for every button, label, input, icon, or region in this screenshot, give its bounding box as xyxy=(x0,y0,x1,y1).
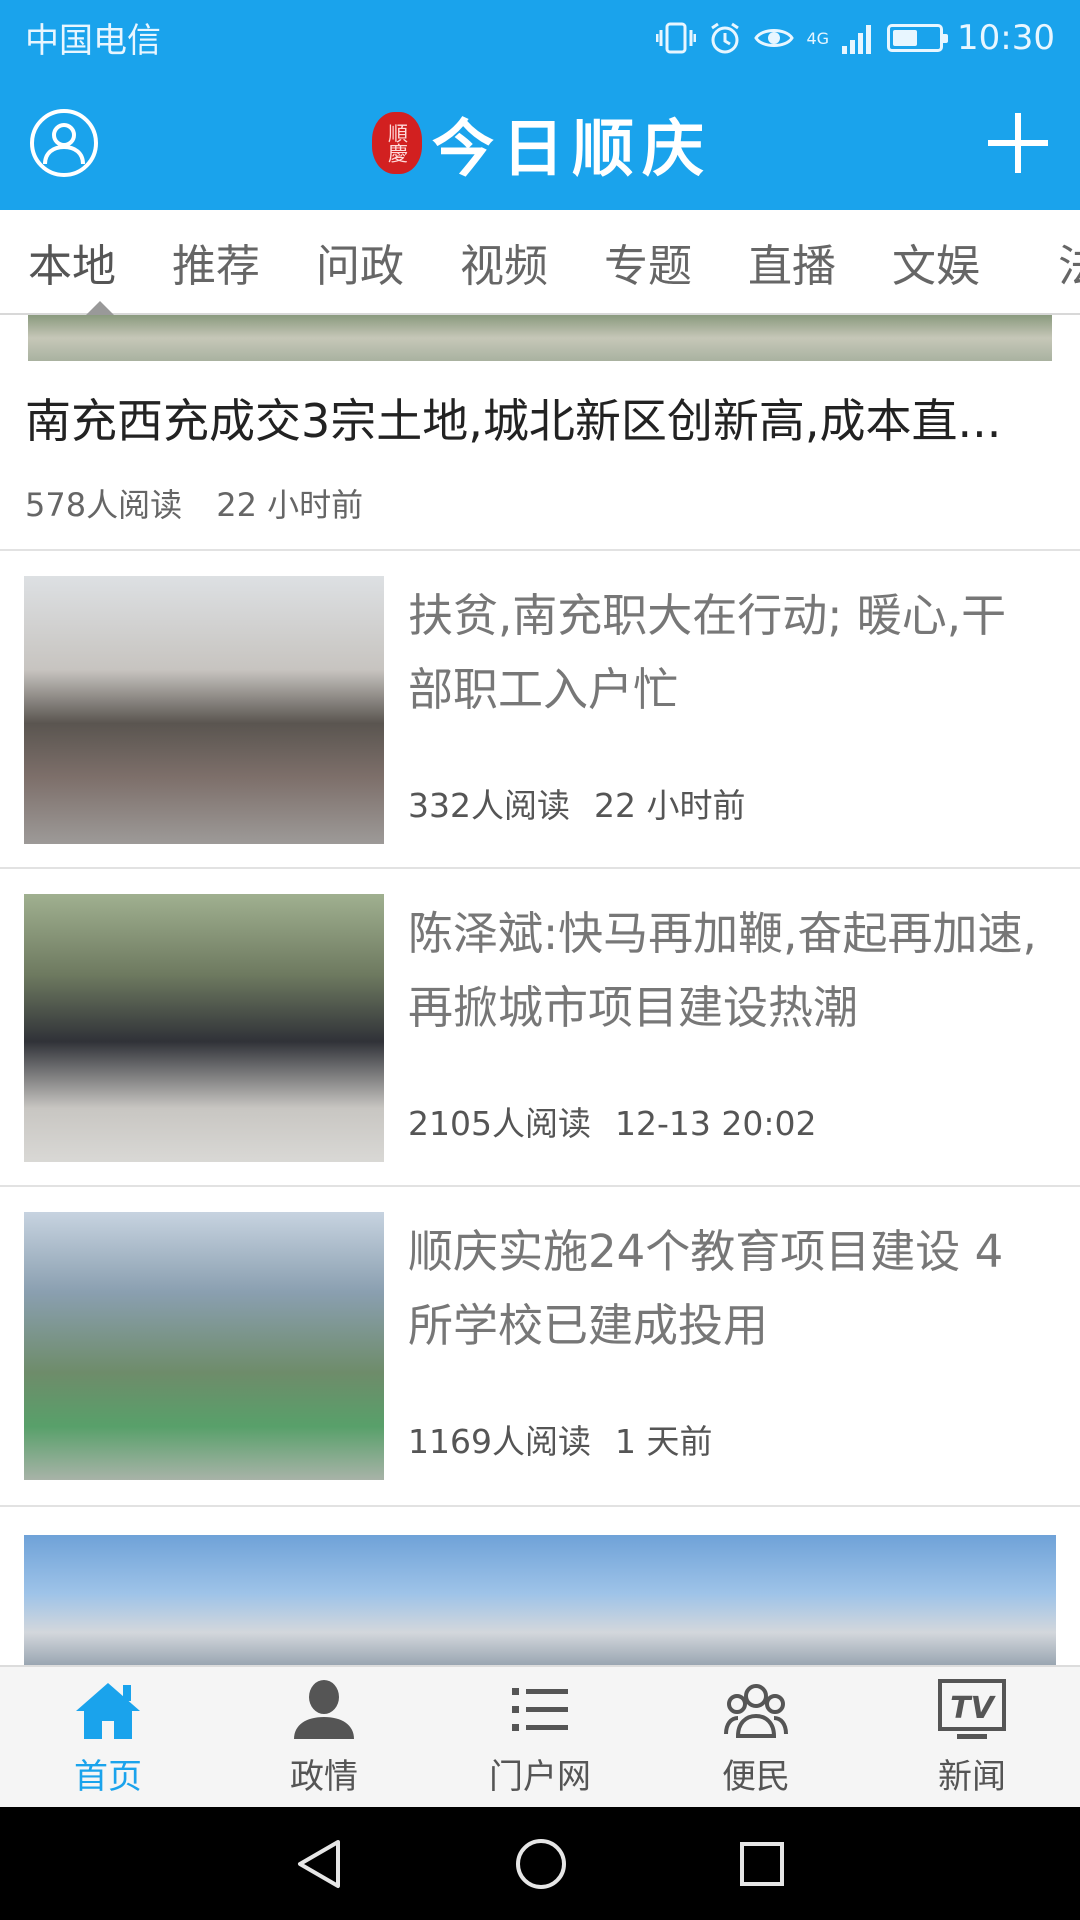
featured-meta: 578人阅读 22 小时前 xyxy=(25,480,363,526)
news-item[interactable]: 顺庆实施24个教育项目建设 4所学校已建成投用 1169人阅读 1 天前 xyxy=(0,1187,1080,1505)
news-title[interactable]: 陈泽斌:快马再加鞭,奋起再加速,再掀城市项目建设热潮 xyxy=(408,897,1038,1045)
nav-home-label: 首页 xyxy=(74,1756,142,1797)
logo-seal: 順慶 xyxy=(371,111,422,174)
nav-politics-label: 政情 xyxy=(290,1756,358,1797)
nav-home[interactable]: 首页 xyxy=(0,1667,216,1807)
news-meta: 332人阅读 22 小时前 xyxy=(408,779,745,827)
nav-news-label: 新闻 xyxy=(938,1756,1006,1797)
news-thumbnail[interactable] xyxy=(24,1212,384,1480)
news-time: 22 小时前 xyxy=(594,786,746,825)
news-feed[interactable]: 南充西充成交3宗土地,城北新区创新高,成本直... 578人阅读 22 小时前 … xyxy=(0,315,1080,1665)
news-thumbnail[interactable] xyxy=(24,576,384,844)
avatar-button[interactable] xyxy=(30,108,98,177)
eye-icon xyxy=(754,28,795,47)
nav-portal[interactable]: 门户网 xyxy=(432,1667,648,1807)
news-meta: 2105人阅读 12-13 20:02 xyxy=(408,1097,816,1145)
tab-topics[interactable]: 专题 xyxy=(576,230,720,294)
tab-recommend[interactable]: 推荐 xyxy=(144,230,288,294)
tab-entertainment[interactable]: 文娱 xyxy=(864,230,1008,294)
news-title[interactable]: 顺庆实施24个教育项目建设 4所学校已建成投用 xyxy=(408,1215,1038,1363)
app-logo: 順慶 今日顺庆 xyxy=(371,98,712,188)
news-reads: 2105人阅读 xyxy=(408,1104,591,1143)
system-nav-bar xyxy=(0,1807,1080,1920)
nav-portal-label: 门户网 xyxy=(489,1756,591,1797)
featured-title[interactable]: 南充西充成交3宗土地,城北新区创新高,成本直... xyxy=(25,385,1055,451)
news-title[interactable]: 扶贫,南充职大在行动; 暖心,干部职工入户忙 xyxy=(408,579,1038,727)
news-time: 12-13 20:02 xyxy=(614,1104,817,1143)
news-item[interactable]: 扶贫,南充职大在行动; 暖心,干部职工入户忙 332人阅读 22 小时前 xyxy=(0,551,1080,869)
featured-reads: 578人阅读 xyxy=(25,486,183,524)
tab-live[interactable]: 直播 xyxy=(720,230,864,294)
app-header: 順慶 今日顺庆 xyxy=(0,75,1080,210)
back-icon[interactable] xyxy=(294,1838,344,1890)
recents-icon[interactable] xyxy=(738,1840,786,1888)
nav-services[interactable]: 便民 xyxy=(648,1667,864,1807)
tv-icon: TV xyxy=(936,1677,1008,1743)
news-reads: 1169人阅读 xyxy=(408,1422,591,1461)
tab-law[interactable]: 法 xyxy=(1008,230,1080,294)
alarm-icon xyxy=(711,22,740,53)
tv-icon-text: TV xyxy=(950,1691,996,1726)
tab-local[interactable]: 本地 xyxy=(0,230,144,294)
clock: 10:30 xyxy=(957,17,1055,58)
active-tab-indicator xyxy=(86,301,114,315)
home-icon xyxy=(72,1677,144,1743)
status-icons: 4G xyxy=(656,21,949,55)
avatar-icon xyxy=(43,122,85,164)
home-circle-icon[interactable] xyxy=(514,1837,568,1891)
tab-video[interactable]: 视频 xyxy=(432,230,576,294)
person-icon xyxy=(288,1677,360,1743)
banner-image[interactable] xyxy=(24,1535,1056,1665)
list-icon xyxy=(504,1677,576,1743)
add-button[interactable] xyxy=(986,111,1050,175)
carrier-label: 中国电信 xyxy=(25,21,161,61)
status-bar: 中国电信 4G 10:30 xyxy=(0,0,1080,75)
news-item[interactable]: 陈泽斌:快马再加鞭,奋起再加速,再掀城市项目建设热潮 2105人阅读 12-13 … xyxy=(0,869,1080,1187)
featured-time: 22 小时前 xyxy=(216,486,364,524)
tab-wenzheng[interactable]: 问政 xyxy=(288,230,432,294)
news-time: 1 天前 xyxy=(614,1422,713,1461)
battery-icon xyxy=(887,23,949,52)
divider xyxy=(0,1505,1080,1507)
logo-text: 今日顺庆 xyxy=(431,111,712,185)
category-tabs: 本地 推荐 问政 视频 专题 直播 文娱 法 xyxy=(0,210,1080,315)
network-label: 4G xyxy=(806,28,830,48)
nav-politics[interactable]: 政情 xyxy=(216,1667,432,1807)
news-reads: 332人阅读 xyxy=(408,786,570,825)
status-right: 4G 10:30 xyxy=(656,18,1055,58)
nav-services-label: 便民 xyxy=(722,1756,790,1797)
group-icon xyxy=(720,1677,792,1743)
news-thumbnail[interactable] xyxy=(24,894,384,1162)
bottom-nav: 首页 政情 门户网 便民 TV 新闻 xyxy=(0,1665,1080,1807)
nav-news[interactable]: TV 新闻 xyxy=(864,1667,1080,1807)
featured-image[interactable] xyxy=(28,315,1052,361)
signal-icon xyxy=(842,24,872,54)
news-meta: 1169人阅读 1 天前 xyxy=(408,1415,712,1463)
vibrate-icon xyxy=(656,22,697,53)
